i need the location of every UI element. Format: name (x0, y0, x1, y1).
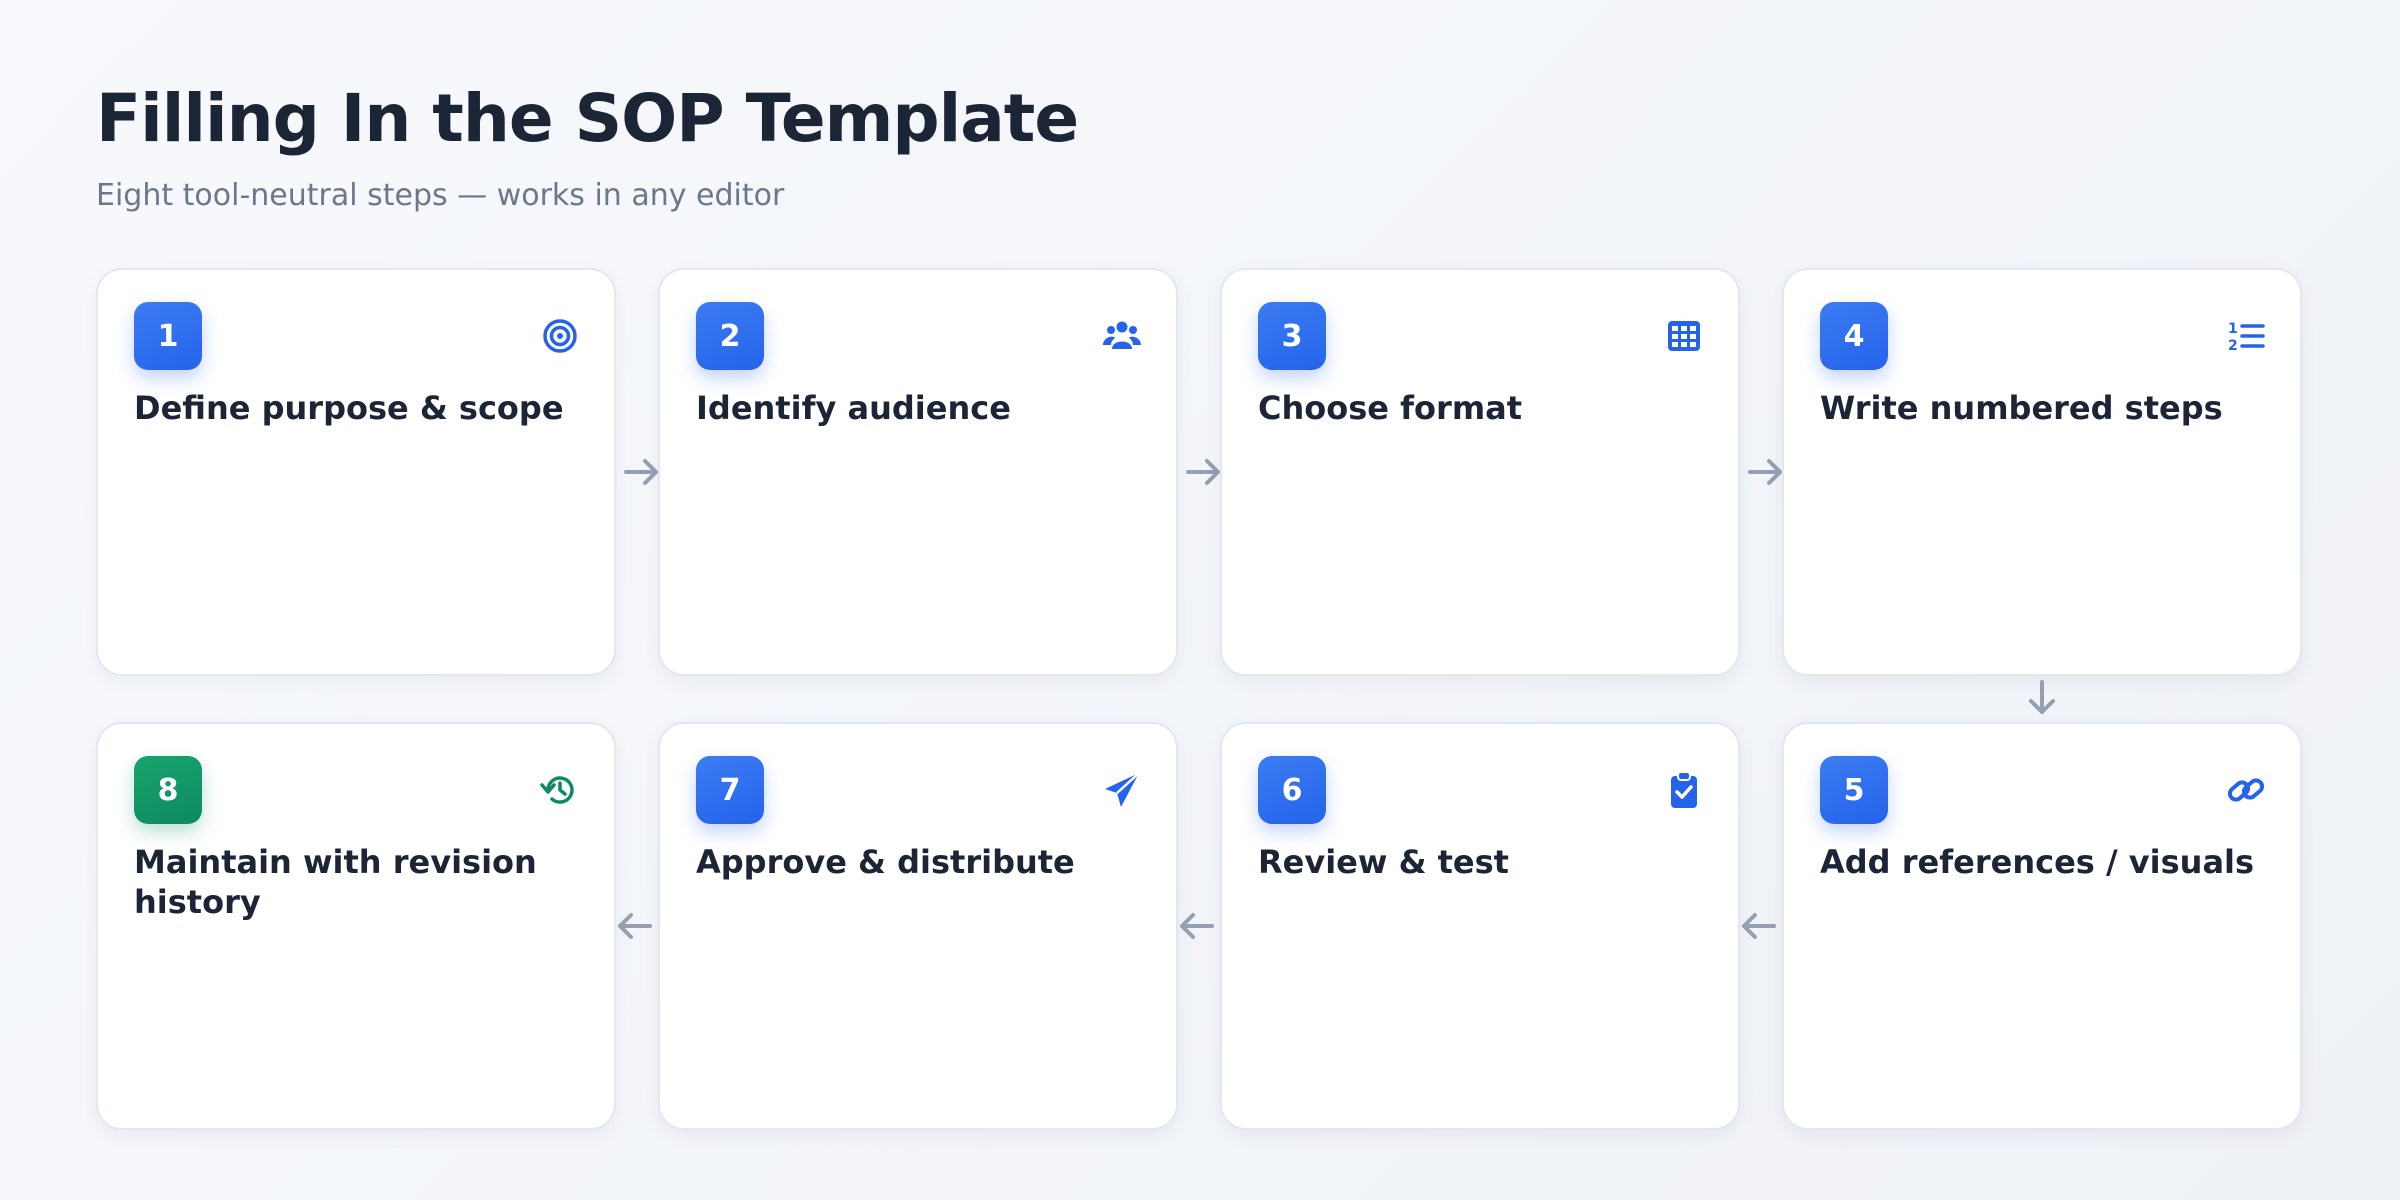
step-card-1: 1 Define purpose & scope (96, 268, 616, 676)
clipboard-check-icon (1664, 770, 1704, 810)
target-icon (540, 316, 580, 356)
arrow-right-icon (622, 452, 662, 492)
arrow-right-icon (1184, 452, 1224, 492)
table-grid-icon (1664, 316, 1704, 356)
arrow-left-icon (1738, 906, 1778, 946)
svg-text:2: 2 (2228, 338, 2238, 354)
step-number-badge: 7 (696, 756, 764, 824)
step-number-badge: 1 (134, 302, 202, 370)
page-subtitle: Eight tool-neutral steps — works in any … (96, 178, 785, 213)
step-title: Approve & distribute (696, 843, 1075, 881)
step-title: Maintain with revision history (134, 843, 537, 921)
step-title: Define purpose & scope (134, 389, 564, 427)
users-icon (1102, 316, 1142, 356)
step-card-7: 7 Approve & distribute (658, 722, 1178, 1130)
arrow-left-icon (614, 906, 654, 946)
step-card-8: 8 Maintain with revision history (96, 722, 616, 1130)
step-number-badge: 3 (1258, 302, 1326, 370)
link-icon (2226, 770, 2266, 810)
step-number-badge: 5 (1820, 756, 1888, 824)
step-card-4: 4 12 Write numbered steps (1782, 268, 2302, 676)
svg-text:1: 1 (2228, 321, 2238, 337)
step-title: Write numbered steps (1820, 389, 2223, 427)
step-number-badge: 6 (1258, 756, 1326, 824)
step-number-badge: 2 (696, 302, 764, 370)
step-card-2: 2 Identify audience (658, 268, 1178, 676)
step-card-3: 3 Choose format (1220, 268, 1740, 676)
arrow-left-icon (1176, 906, 1216, 946)
arrow-right-icon (1746, 452, 1786, 492)
history-icon (540, 770, 580, 810)
step-number-badge: 4 (1820, 302, 1888, 370)
step-title: Review & test (1258, 843, 1509, 881)
step-card-6: 6 Review & test (1220, 722, 1740, 1130)
arrow-down-icon (2022, 678, 2062, 718)
step-number-badge: 8 (134, 756, 202, 824)
step-title: Add references / visuals (1820, 843, 2255, 881)
step-title: Identify audience (696, 389, 1011, 427)
step-title: Choose format (1258, 389, 1523, 427)
paper-plane-icon (1102, 770, 1142, 810)
numbered-list-icon: 12 (2226, 316, 2266, 356)
step-card-5: 5 Add references / visuals (1782, 722, 2302, 1130)
page-title: Filling In the SOP Template (96, 80, 1079, 157)
